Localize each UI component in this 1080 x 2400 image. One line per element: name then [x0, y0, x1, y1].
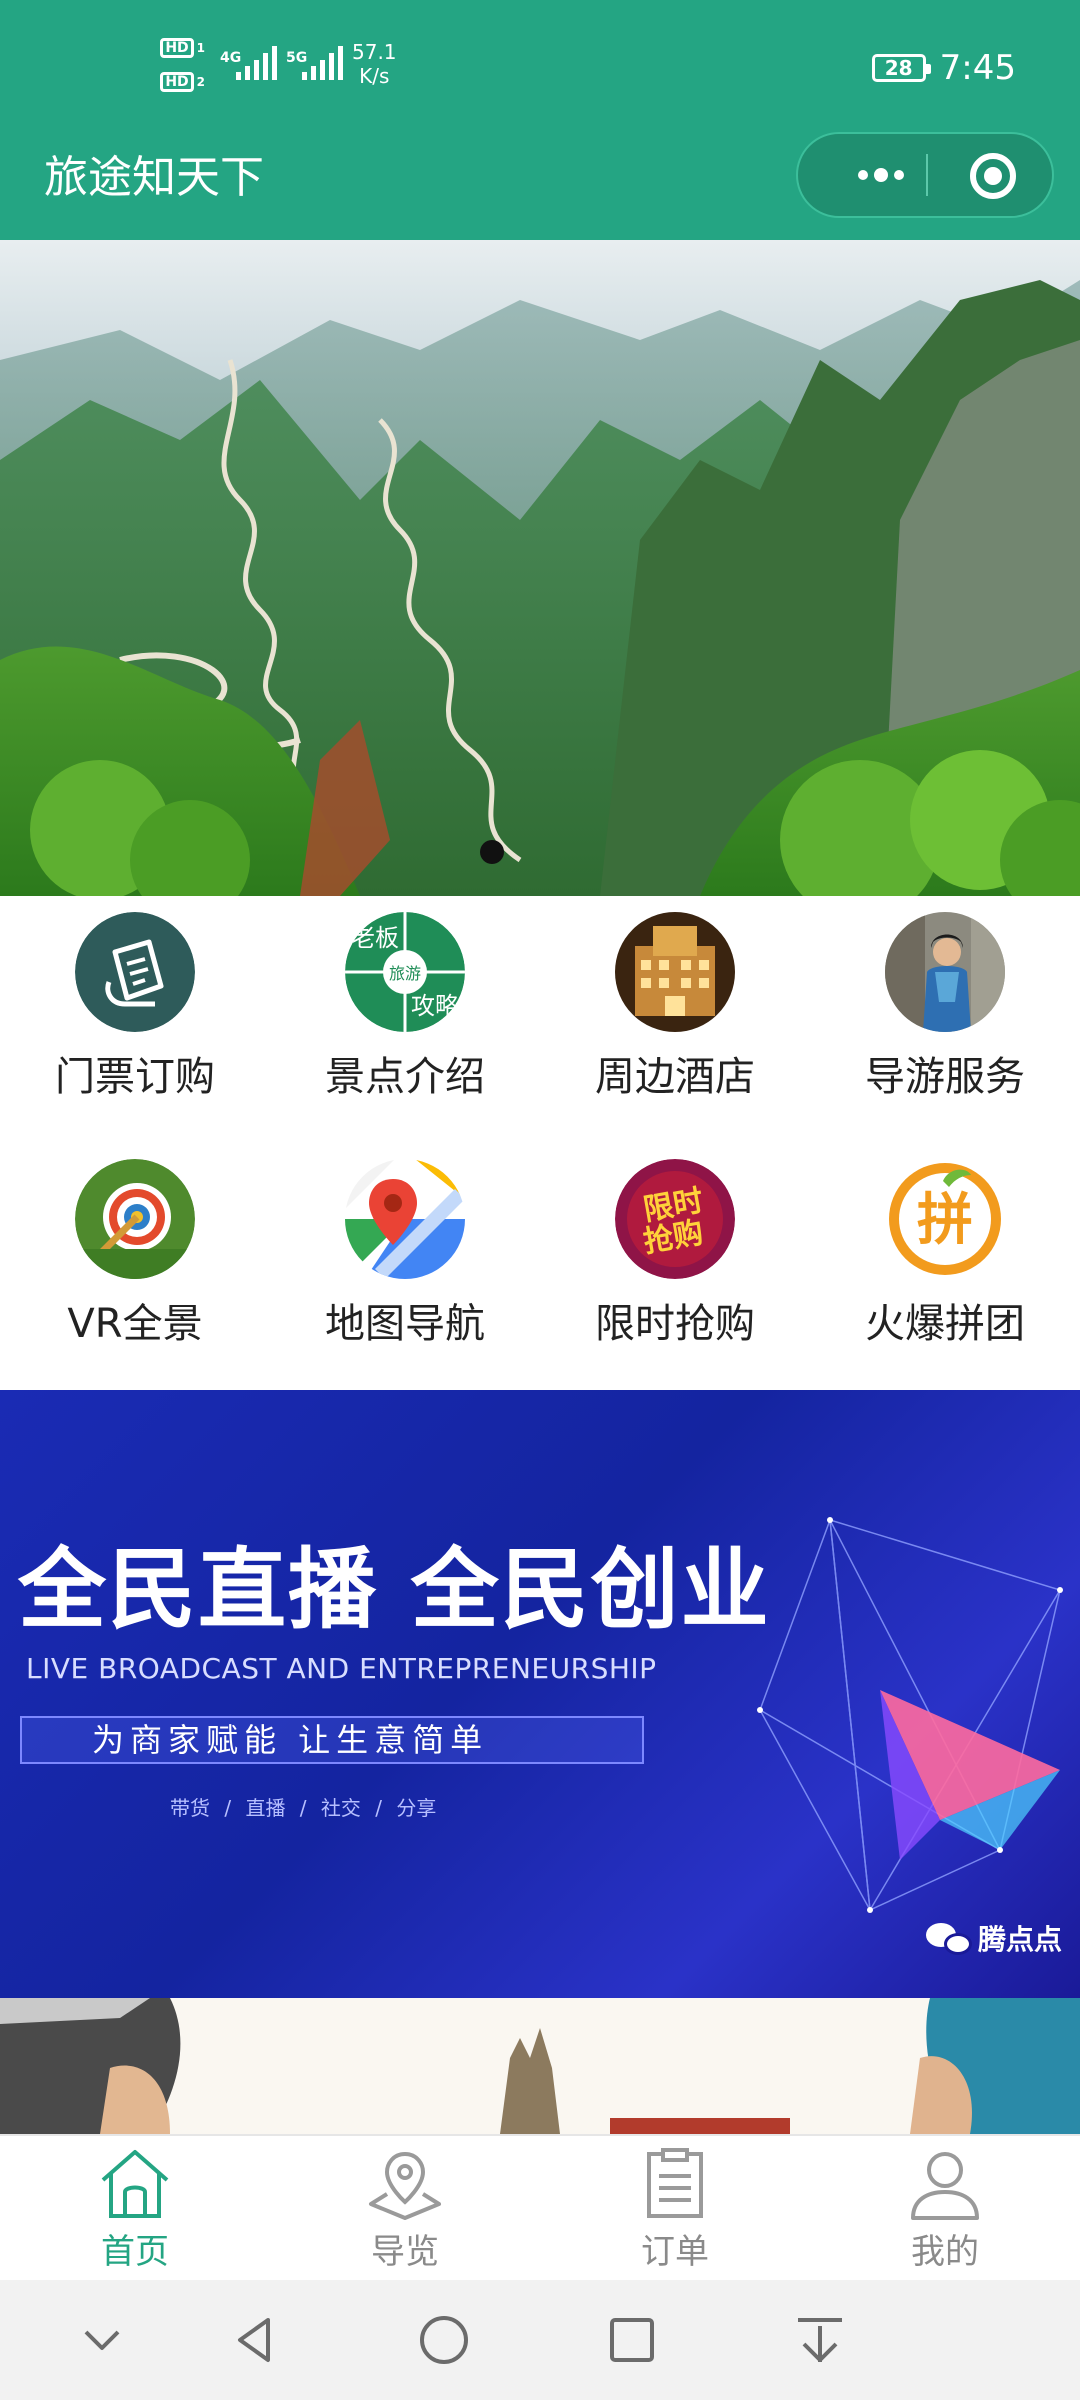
signal-icon-1 [236, 46, 277, 80]
grid-item-guide-service[interactable]: 导游服务 [810, 896, 1080, 1143]
bottom-tab-bar: 首页 导览 订单 我的 [0, 2134, 1080, 2280]
grid-item-vr[interactable]: VR全景 [0, 1143, 270, 1390]
scenic-spot-icon: 老板 旅游 攻略 [345, 912, 465, 1032]
grid-item-label: 景点介绍 [325, 1054, 485, 1100]
status-bar-right: 28 7:45 [871, 48, 1016, 88]
wechat-icon [925, 1921, 972, 1955]
ad-graphic [757, 1517, 1063, 1913]
more-dots-icon[interactable] [836, 134, 926, 216]
hotel-icon [615, 912, 735, 1032]
feature-grid: 门票订购 老板 旅游 攻略 景点介绍 周边酒店 导游服务 VR全景 地图导航 限… [0, 896, 1080, 1390]
tab-profile[interactable]: 我的 [810, 2136, 1080, 2280]
live-broadcast-ad-banner[interactable]: 全民直播 全民创业 LIVE BROADCAST AND ENTREPRENEU… [0, 1390, 1080, 1998]
grid-item-hotels[interactable]: 周边酒店 [540, 896, 810, 1143]
ad-brand-name: 腾点点 [977, 1923, 1062, 1956]
grid-item-label: 导游服务 [865, 1054, 1025, 1100]
grid-item-label: 火爆拼团 [865, 1301, 1025, 1347]
app-header: HD 1 HD 2 4G 5G 57.1 K/s 28 7:45 旅途知天下 [0, 0, 1080, 240]
tour-guide-icon [885, 912, 1005, 1032]
ad-title: 全民直播 全民创业 [18, 1538, 771, 1641]
ad-brand: 腾点点 [925, 1918, 1062, 1958]
order-document-icon [647, 2148, 703, 2218]
grid-item-label: VR全景 [67, 1301, 203, 1347]
home-circle-icon[interactable] [414, 2310, 474, 2370]
group-buy-icon: 拼 [885, 1159, 1005, 1279]
icon-text: 攻略 [411, 992, 459, 1020]
status-bar-network: HD 1 HD 2 4G 5G 57.1 K/s [160, 36, 400, 100]
tab-label: 我的 [911, 2232, 979, 2272]
tab-home[interactable]: 首页 [0, 2136, 270, 2280]
flash-sale-icon: 限时 抢购 [615, 1159, 735, 1279]
hd-badge-2: HD 2 [160, 72, 205, 92]
grid-item-map-navigation[interactable]: 地图导航 [270, 1143, 540, 1390]
grid-item-label: 周边酒店 [595, 1054, 755, 1100]
back-triangle-icon[interactable] [226, 2310, 286, 2370]
home-icon [101, 2150, 169, 2218]
grid-item-group-buy[interactable]: 拼 火爆拼团 [810, 1143, 1080, 1390]
culture-banner[interactable] [0, 1998, 1080, 2134]
user-profile-icon [911, 2152, 979, 2220]
banner-indicator-dot[interactable] [480, 840, 504, 864]
target-circle-icon[interactable] [970, 153, 1016, 199]
ad-slogan: 为商家赋能 让生意简单 [20, 1716, 644, 1764]
system-navigation-bar [0, 2280, 1080, 2400]
icon-text: 老板 [351, 924, 399, 952]
tab-label: 导览 [371, 2232, 439, 2272]
hd-badge-1: HD 1 [160, 38, 205, 58]
battery-icon: 28 [871, 54, 931, 82]
tab-label: 首页 [101, 2232, 169, 2272]
capsule-divider [926, 154, 928, 196]
app-screen: HD 1 HD 2 4G 5G 57.1 K/s 28 7:45 旅途知天下 门… [0, 0, 1080, 2400]
ad-tags: 带货 / 直播 / 社交 / 分享 [170, 1796, 437, 1820]
notification-pull-down-icon[interactable] [790, 2310, 850, 2370]
page-title: 旅途知天下 [44, 152, 264, 203]
icon-text: 拼 [917, 1188, 973, 1253]
grid-item-label: 限时抢购 [595, 1301, 755, 1347]
map-pin-icon [345, 1159, 465, 1279]
tab-guide[interactable]: 导览 [270, 2136, 540, 2280]
ethnic-culture-image [0, 1998, 1080, 2134]
grid-item-flash-sale[interactable]: 限时 抢购 限时抢购 [540, 1143, 810, 1390]
grid-item-tickets[interactable]: 门票订购 [0, 896, 270, 1143]
chevron-down-icon[interactable] [72, 2310, 132, 2370]
recents-square-icon[interactable] [602, 2310, 662, 2370]
signal-icon-2 [302, 46, 343, 80]
tab-orders[interactable]: 订单 [540, 2136, 810, 2280]
ad-subtitle: LIVE BROADCAST AND ENTREPRENEURSHIP [26, 1652, 657, 1685]
icon-text: 旅游 [389, 964, 421, 983]
miniprogram-capsule [796, 132, 1054, 218]
grid-item-label: 地图导航 [325, 1301, 485, 1347]
vr-target-icon [75, 1159, 195, 1279]
ticket-icon [75, 912, 195, 1032]
tab-label: 订单 [641, 2232, 709, 2272]
guide-map-pin-icon [369, 2151, 441, 2220]
network-speed: 57.1 K/s [352, 40, 397, 88]
grid-item-label: 门票订购 [55, 1054, 215, 1100]
hero-banner[interactable] [0, 240, 1080, 896]
mountain-landscape-image [0, 240, 1080, 896]
clock: 7:45 [939, 48, 1016, 88]
grid-item-attractions[interactable]: 老板 旅游 攻略 景点介绍 [270, 896, 540, 1143]
